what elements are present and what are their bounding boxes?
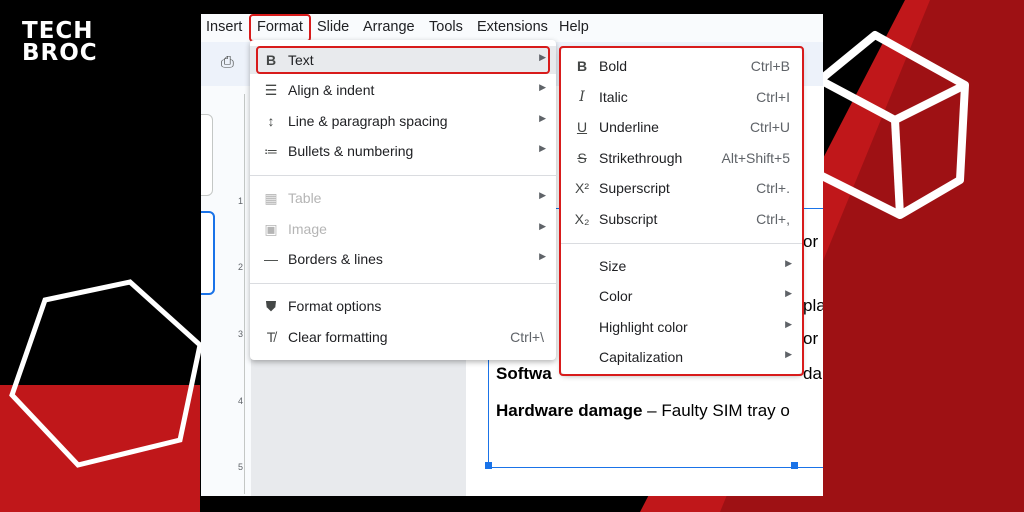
- format-item-align-indent[interactable]: ☰ Align & indent ▶: [250, 76, 556, 104]
- software-heading: Softwa: [496, 364, 552, 383]
- hardware-heading: Hardware damage: [496, 401, 643, 420]
- format-item-format-options[interactable]: ⛊ Format options: [250, 292, 556, 320]
- techbroc-logo: TECH BROC: [22, 18, 98, 66]
- menu-tools[interactable]: Tools: [429, 19, 463, 35]
- format-item-clear-formatting[interactable]: T̸ Clear formatting Ctrl+\: [250, 323, 556, 351]
- text-submenu-highlight: [559, 46, 804, 376]
- submenu-arrow-icon: ▶: [539, 113, 546, 123]
- image-icon: ▣: [264, 221, 278, 237]
- menu-divider: [250, 175, 556, 176]
- table-icon: ▦: [264, 190, 278, 206]
- line-spacing-icon: ↕: [267, 113, 275, 129]
- paint-roller-icon: ⛊: [265, 298, 277, 314]
- format-item-bullets[interactable]: ≔ Bullets & numbering ▶: [250, 137, 556, 165]
- submenu-arrow-icon: ▶: [539, 82, 546, 92]
- format-menu-highlight: [249, 14, 311, 42]
- menu-arrange[interactable]: Arrange: [363, 19, 415, 35]
- ruler-label: 1: [238, 196, 244, 206]
- print-icon[interactable]: ⎙: [221, 54, 234, 72]
- submenu-arrow-icon: ▶: [539, 143, 546, 153]
- border-line-icon: —: [264, 251, 278, 267]
- logo-line-2: BROC: [22, 40, 98, 66]
- resize-handle[interactable]: [791, 462, 798, 469]
- ruler-label: 5: [238, 462, 244, 472]
- menu-insert[interactable]: Insert: [206, 19, 242, 35]
- submenu-arrow-icon: ▶: [539, 251, 546, 261]
- format-item-line-spacing[interactable]: ↕ Line & paragraph spacing ▶: [250, 107, 556, 135]
- menu-help[interactable]: Help: [559, 19, 589, 35]
- format-item-table: ▦ Table ▶: [250, 184, 556, 212]
- vertical-ruler: 1 2 3 4 5: [224, 94, 245, 494]
- hardware-paragraph: Hardware damage – Faulty SIM tray o: [496, 401, 790, 421]
- menu-divider: [250, 283, 556, 284]
- slide-text-fragment: da: [803, 364, 822, 383]
- bullets-icon: ≔: [264, 143, 278, 159]
- format-item-borders-lines[interactable]: — Borders & lines ▶: [250, 245, 556, 273]
- text-item-highlight: [256, 46, 550, 74]
- menu-extensions[interactable]: Extensions: [477, 19, 548, 35]
- clear-format-icon: T̸: [266, 329, 276, 345]
- slide-thumbnail[interactable]: [201, 114, 213, 196]
- format-item-image: ▣ Image ▶: [250, 215, 556, 243]
- format-dropdown: B Text ▶ ☰ Align & indent ▶ ↕ Line & par…: [250, 40, 556, 360]
- slide-text-fragment: pla: [803, 296, 823, 315]
- slide-text-fragment: or: [803, 232, 819, 251]
- slide-thumbnail-selected[interactable]: [201, 211, 215, 295]
- red-band-left: [0, 385, 200, 512]
- submenu-arrow-icon: ▶: [539, 221, 546, 231]
- resize-handle[interactable]: [485, 462, 492, 469]
- ruler-label: 4: [238, 396, 244, 406]
- align-indent-icon: ☰: [264, 82, 278, 98]
- menu-slide[interactable]: Slide: [317, 19, 349, 35]
- ruler-label: 3: [238, 329, 244, 339]
- ruler-label: 2: [238, 262, 244, 272]
- submenu-arrow-icon: ▶: [539, 190, 546, 200]
- logo-line-1: TECH: [22, 18, 94, 44]
- slide-text-fragment: or: [803, 329, 819, 348]
- hardware-text: – Faulty SIM tray o: [642, 401, 790, 420]
